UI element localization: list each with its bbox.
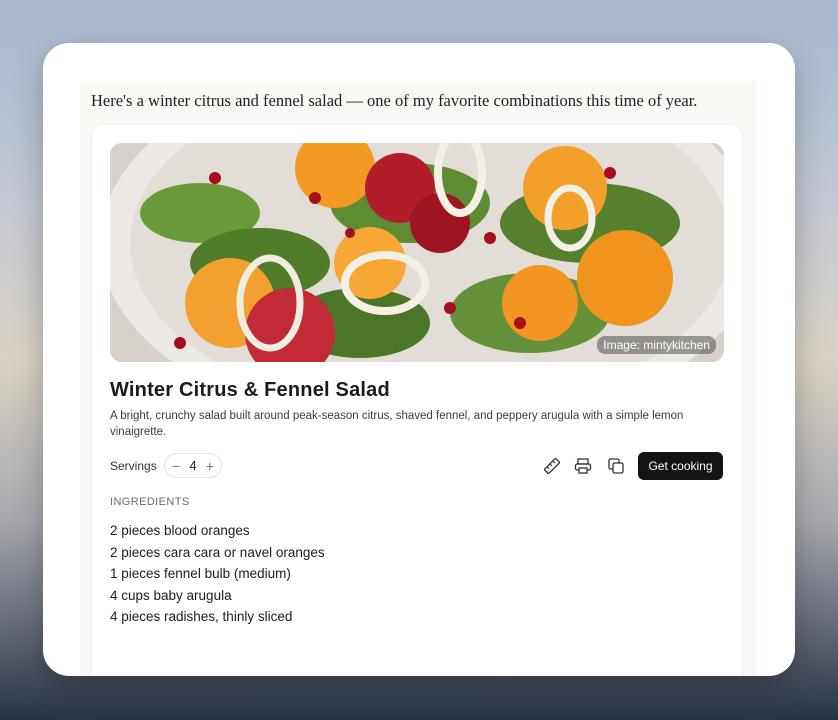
ingredient-item: 1 pieces fennel bulb (medium) [110, 566, 291, 581]
app-window: Here's a winter citrus and fennel salad … [43, 43, 795, 676]
recipe-image: Image: mintykitchen [110, 143, 724, 362]
recipe-description: A bright, crunchy salad built around pea… [110, 410, 684, 438]
plus-icon[interactable]: + [206, 459, 214, 473]
servings-stepper: − 4 + [164, 453, 222, 478]
image-credit: Image: mintykitchen [597, 336, 716, 354]
ingredients-header: INGREDIENTS [110, 496, 190, 508]
ingredient-item: 4 pieces radishes, thinly sliced [110, 609, 293, 624]
printer-icon[interactable] [571, 454, 595, 478]
recipe-card: Image: mintykitchen Winter Citrus & Fenn… [92, 125, 742, 676]
servings-label: Servings [110, 459, 157, 473]
copy-icon[interactable] [604, 454, 628, 478]
minus-icon[interactable]: − [172, 459, 180, 473]
servings-value: 4 [189, 458, 197, 473]
ingredient-item: 2 pieces blood oranges [110, 523, 250, 538]
salad-illustration [110, 143, 724, 362]
ingredient-item: 2 pieces cara cara or navel oranges [110, 544, 325, 560]
chat-area: Here's a winter citrus and fennel salad … [80, 81, 756, 676]
ruler-icon[interactable] [540, 454, 564, 478]
get-cooking-button[interactable]: Get cooking [638, 452, 723, 480]
recipe-title: Winter Citrus & Fennel Salad [110, 379, 390, 401]
assistant-message: Here's a winter citrus and fennel salad … [91, 91, 698, 110]
ingredient-item: 4 cups baby arugula [110, 587, 232, 603]
ingredients-list: 2 pieces blood oranges 2 pieces cara car… [110, 520, 325, 628]
